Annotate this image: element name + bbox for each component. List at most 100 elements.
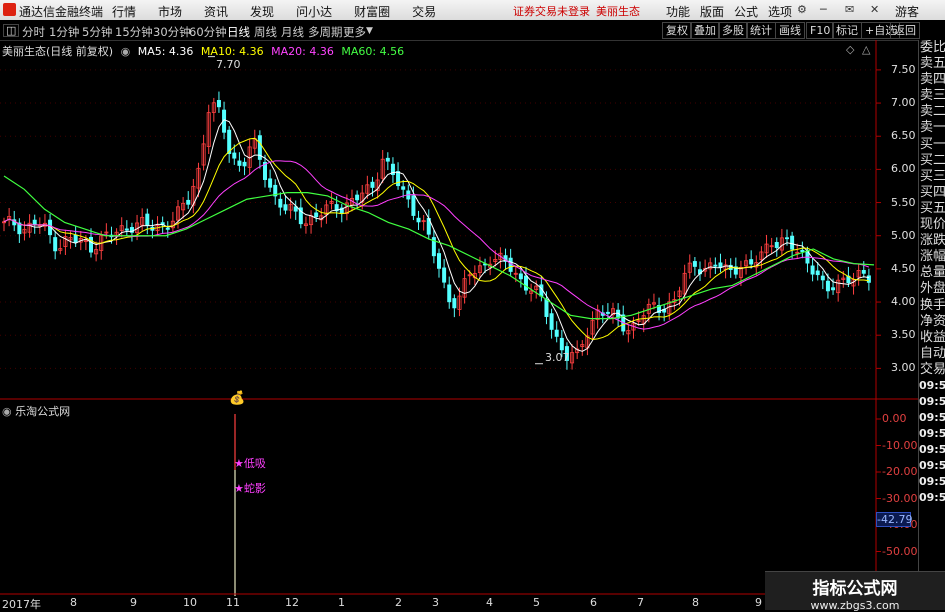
legend-collapse-icon[interactable]: ◉ <box>121 45 131 58</box>
minimize-icon[interactable]: ─ <box>820 3 827 16</box>
candle <box>452 294 457 318</box>
quote-field-label[interactable]: 自动 <box>919 346 945 362</box>
period-daily[interactable]: 日线 <box>227 24 250 40</box>
multi-stock-button[interactable]: 多股 <box>718 22 748 39</box>
price-chart[interactable] <box>0 40 918 400</box>
period-weekly[interactable]: 周线 <box>254 24 277 40</box>
stock-title: 美丽生态(日线 前复权) <box>2 45 114 58</box>
mail-icon[interactable]: ✉ <box>845 3 854 16</box>
candle <box>616 303 621 327</box>
menu-wealth[interactable]: 财富圈 <box>354 3 390 20</box>
period-more[interactable]: 更多 <box>343 24 366 40</box>
menu-function[interactable]: 功能 <box>666 5 690 19</box>
quote-field-label[interactable]: 涨跌 <box>919 233 945 249</box>
candle <box>355 190 360 210</box>
mark-button[interactable]: 标记 <box>832 22 862 39</box>
quote-field-label[interactable]: 涨幅 <box>919 249 945 265</box>
quote-field-label[interactable]: 买四 <box>919 185 945 201</box>
price-tick-label: 4.00 <box>891 295 916 309</box>
quote-field-label[interactable]: 换手 <box>919 298 945 314</box>
quote-field-label[interactable]: 买三 <box>919 169 945 185</box>
trade-time: 09:52 <box>919 394 945 408</box>
login-status[interactable]: 证券交易未登录 <box>513 5 590 18</box>
panel-toggle-icon[interactable]: ◫ <box>3 24 20 37</box>
triangle-icon[interactable]: △ <box>862 43 870 56</box>
overlay-button[interactable]: 叠加 <box>690 22 720 39</box>
f10-button[interactable]: F10 <box>806 22 835 39</box>
candle-body <box>355 194 360 201</box>
quote-field-label[interactable]: 买二 <box>919 153 945 169</box>
candle-body <box>242 161 247 167</box>
candle <box>385 152 390 171</box>
period-5min[interactable]: 5分钟 <box>82 24 112 40</box>
quote-field-label[interactable]: 卖三 <box>919 88 945 104</box>
quote-field-label[interactable]: 总量 <box>919 265 945 281</box>
indicator-tick-label: -30.00 <box>882 491 918 505</box>
menu-quotes[interactable]: 行情 <box>112 3 136 20</box>
indicator-chart[interactable] <box>0 400 918 596</box>
candle <box>257 130 262 169</box>
diamond-icon[interactable]: ◇ <box>846 43 854 56</box>
time-axis-label: 6 <box>590 596 597 609</box>
menu-discover[interactable]: 发现 <box>250 3 274 20</box>
candle <box>580 340 585 356</box>
candle <box>621 305 626 336</box>
candle <box>810 257 815 282</box>
period-monthly[interactable]: 月线 <box>281 24 304 40</box>
candle <box>140 208 145 231</box>
menu-options[interactable]: 选项 <box>768 5 792 19</box>
quote-field-label[interactable]: 买五 <box>919 201 945 217</box>
menu-trade[interactable]: 交易 <box>412 3 436 20</box>
quote-field-label[interactable]: 卖五 <box>919 56 945 72</box>
candle <box>32 214 37 234</box>
stats-button[interactable]: 统计 <box>746 22 776 39</box>
time-axis-label: 4 <box>486 596 493 609</box>
low-price-label: 3.07 <box>545 351 570 364</box>
quote-panel: 委比 卖五 卖四 卖三 卖二 卖一 买一 买二 买三 买四 买五 现价 涨跌 涨幅 总量 外盘 换手 净资 收益 自动… <box>918 40 945 609</box>
period-multi[interactable]: 多周期 <box>308 24 343 40</box>
menu-formula[interactable]: 公式 <box>734 5 758 19</box>
candle-body <box>866 275 871 283</box>
menu-ask[interactable]: 问小达 <box>296 3 332 20</box>
draw-button[interactable]: 画线 <box>775 22 805 39</box>
candle-body <box>237 160 242 166</box>
quote-field-label[interactable]: 净资 <box>919 314 945 330</box>
candle <box>237 152 242 172</box>
quote-field-label[interactable]: 外盘 <box>919 281 945 297</box>
period-30min[interactable]: 30分钟 <box>153 24 191 40</box>
more-dropdown-icon[interactable]: ▼ <box>366 26 373 36</box>
quote-field-label[interactable]: 现价 <box>919 217 945 233</box>
period-tick[interactable]: 分时 <box>22 24 45 40</box>
back-button[interactable]: 返回 <box>890 22 920 39</box>
candle <box>145 208 150 235</box>
menu-market[interactable]: 市场 <box>158 3 182 20</box>
close-icon[interactable]: ✕ <box>870 3 879 16</box>
candle <box>42 214 47 232</box>
price-tick-label: 3.00 <box>891 361 916 375</box>
period-60min[interactable]: 60分钟 <box>189 24 227 40</box>
candle-body <box>518 273 523 280</box>
candle <box>698 261 703 282</box>
quote-field-label[interactable]: 卖二 <box>919 104 945 120</box>
quote-field-label[interactable]: 收益 <box>919 330 945 346</box>
quote-field-label[interactable]: 交易 <box>919 362 945 378</box>
stock-name-tag: 美丽生态 <box>596 5 640 18</box>
quote-field-label[interactable]: 卖一 <box>919 120 945 136</box>
menu-news[interactable]: 资讯 <box>204 3 228 20</box>
quote-field-label[interactable]: 卖四 <box>919 72 945 88</box>
period-1min[interactable]: 1分钟 <box>49 24 79 40</box>
quote-field-label[interactable]: 委比 <box>919 40 945 56</box>
period-15min[interactable]: 15分钟 <box>115 24 153 40</box>
candle-body <box>800 249 805 253</box>
signal-shadow: ★蛇影 <box>234 482 266 495</box>
user-label[interactable]: 游客 <box>895 3 919 20</box>
price-tick-label: 7.00 <box>891 96 916 110</box>
adjust-button[interactable]: 复权 <box>662 22 692 39</box>
quote-field-label[interactable]: 买一 <box>919 137 945 153</box>
settings-icon[interactable]: ⚙ <box>797 3 807 16</box>
indicator-collapse-icon[interactable]: ◉ <box>2 405 12 418</box>
candle <box>48 213 53 244</box>
time-axis-label: 8 <box>70 596 77 609</box>
candle-body <box>831 287 836 291</box>
menu-layout[interactable]: 版面 <box>700 5 724 19</box>
